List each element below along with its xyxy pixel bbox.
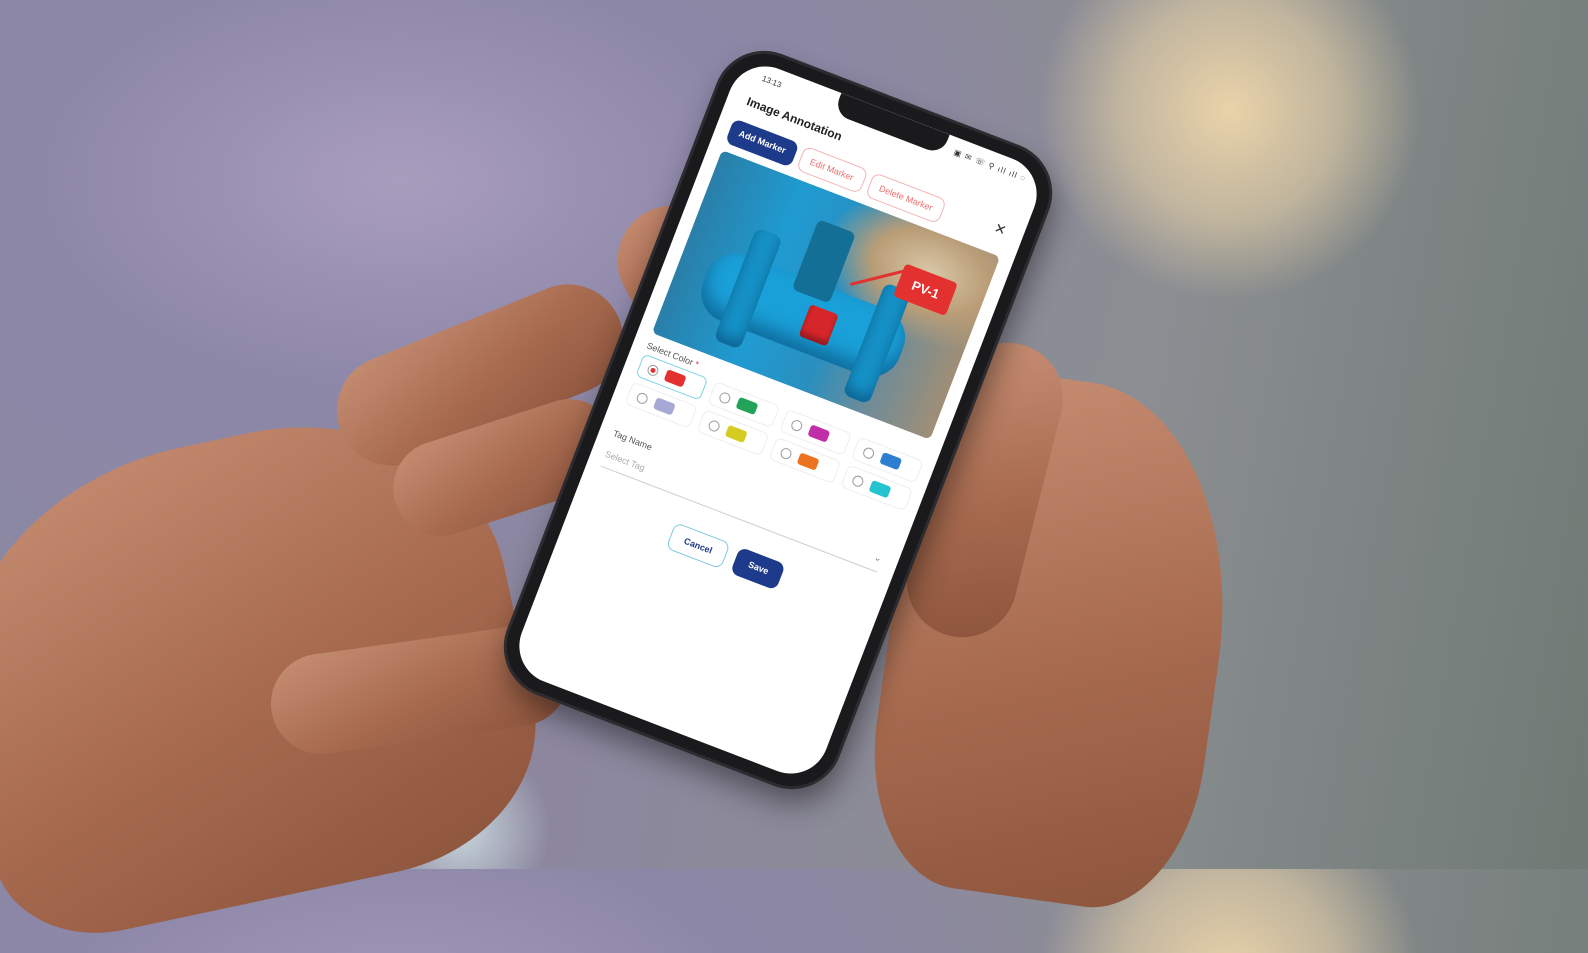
status-time: 13:13 bbox=[760, 74, 783, 90]
save-button[interactable]: Save bbox=[730, 546, 787, 591]
radio-button[interactable] bbox=[717, 390, 733, 405]
status-icons: ▣ ✉ ☏ ⚲ ıll ıll ◌ bbox=[952, 147, 1028, 184]
color-swatch bbox=[735, 396, 759, 416]
chevron-down-icon: ⌄ bbox=[872, 551, 884, 565]
radio-button[interactable] bbox=[779, 446, 794, 461]
color-swatch bbox=[807, 424, 831, 443]
color-swatch bbox=[879, 451, 903, 471]
required-mark: * bbox=[693, 358, 701, 370]
valve-shape bbox=[791, 219, 856, 304]
color-swatch bbox=[868, 479, 892, 499]
radio-button[interactable] bbox=[707, 418, 722, 433]
cancel-button[interactable]: Cancel bbox=[665, 521, 731, 570]
radio-button[interactable] bbox=[861, 445, 876, 460]
color-swatch bbox=[796, 452, 820, 471]
close-icon[interactable]: ✕ bbox=[992, 219, 1009, 239]
radio-button[interactable] bbox=[850, 473, 866, 488]
color-swatch bbox=[652, 397, 676, 416]
color-swatch bbox=[724, 424, 748, 444]
phone-notch bbox=[833, 93, 950, 156]
radio-button[interactable] bbox=[646, 362, 661, 378]
color-swatch bbox=[663, 369, 687, 388]
tag-select-placeholder: Select Tag bbox=[603, 448, 647, 474]
radio-button[interactable] bbox=[789, 418, 805, 433]
radio-button[interactable] bbox=[635, 390, 650, 406]
